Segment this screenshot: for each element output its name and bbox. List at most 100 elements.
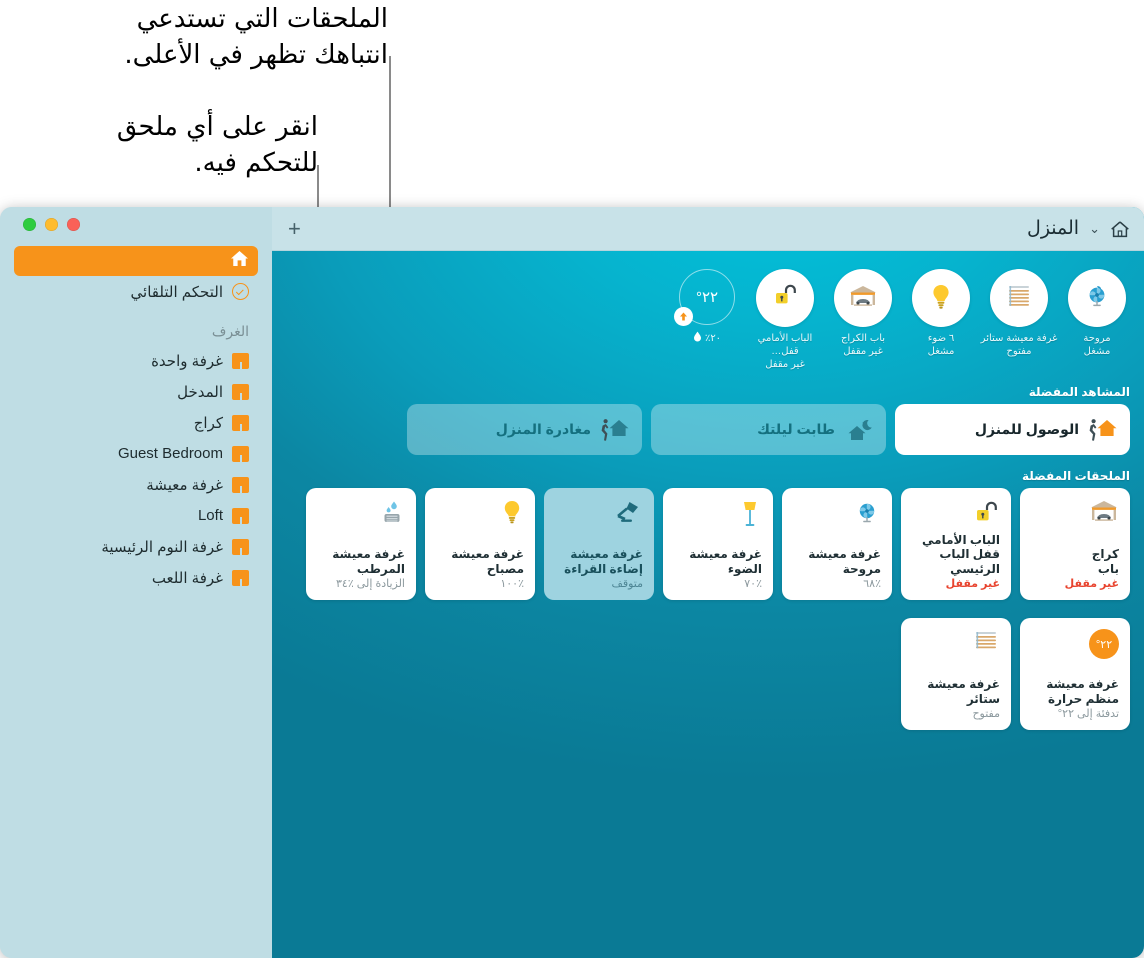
room-icon	[232, 383, 249, 400]
room-icon	[232, 414, 249, 431]
tile-text: غرفة معيشة المرطب الزيادة إلى ٪٣٤	[317, 547, 405, 591]
tile-status: متوقف	[611, 578, 643, 591]
status-label: باب الكراج غير مقفل	[840, 333, 886, 357]
sidebar-item-room-4[interactable]: غرفة معيشة	[14, 469, 258, 500]
scenes-grid: الوصول للمنزل طابت ليلتك مغادرة المنزل	[272, 404, 1144, 456]
status-item-garage[interactable]: باب الكراج غير مقفل	[824, 269, 902, 359]
sidebar-section-rooms: الغرف	[211, 322, 249, 339]
accessory-tile-front-door-lock[interactable]: الباب الأمامي قفل الباب الرئيسي غير مقفل	[901, 488, 1011, 601]
tile-line2: الضوء	[727, 561, 762, 576]
desk-lamp-icon	[611, 499, 643, 532]
tile-text: غرفة معيشة ستائر مفتوح	[912, 677, 1000, 721]
status-item-blinds[interactable]: غرفة معيشة ستائر مفتوح	[980, 269, 1058, 359]
scene-good-night[interactable]: طابت ليلتك	[651, 404, 886, 456]
tile-text: كراج باب غير مقفل	[1031, 547, 1119, 591]
status-row: مروحة مشغل غرفة معيشة ستائر مفتوح ٦ ضوء …	[272, 251, 1144, 371]
sidebar-item-label: كراج	[193, 414, 223, 432]
chevron-down-icon[interactable]: ⌄	[1089, 221, 1100, 237]
close-button[interactable]	[67, 217, 80, 231]
tile-line1: غرفة معيشة	[808, 547, 881, 562]
tile-text: غرفة معيشة الضوء ٪٧٠	[674, 547, 762, 591]
room-icon	[232, 476, 249, 493]
page-title: المنزل	[1027, 218, 1080, 239]
accessories-section-header: الملحقات المفضلة	[1021, 469, 1130, 484]
tile-text: الباب الأمامي قفل الباب الرئيسي غير مقفل	[912, 533, 1000, 591]
tile-text: غرفة معيشة مصباح ٪١٠٠	[436, 547, 524, 591]
room-icon	[232, 445, 249, 462]
tile-icon-slot	[1031, 499, 1119, 533]
callout-text-top: الملحقات التي تستدعي انتباهك تظهر في الأ…	[124, 4, 388, 70]
status-item-front-door-lock[interactable]: الباب الأمامي قفل… غير مقفل	[746, 269, 824, 371]
sidebar-item-label: التحكم التلقائي	[130, 283, 223, 301]
minimize-button[interactable]	[45, 217, 58, 231]
status-label: مروحة مشغل	[1083, 333, 1111, 357]
status-circle	[1068, 269, 1126, 327]
status-label: الباب الأمامي قفل… غير مقفل	[757, 333, 813, 370]
arrive-home-icon	[1088, 417, 1118, 443]
accessory-tile-living-room-fan[interactable]: غرفة معيشة مروحة ٪٦٨	[782, 488, 892, 601]
sidebar-item-label: غرفة اللعب	[151, 569, 223, 587]
tile-status: غير مقفل	[945, 578, 1000, 591]
sidebar-item-room-7[interactable]: غرفة اللعب	[14, 562, 258, 593]
scene-label: طابت ليلتك	[757, 421, 835, 438]
sidebar-item-room-3[interactable]: Guest Bedroom	[14, 438, 258, 469]
sidebar-item-room-6[interactable]: غرفة النوم الرئيسية	[14, 531, 258, 562]
room-icon	[232, 507, 249, 524]
accessory-tile-reading-light[interactable]: غرفة معيشة إضاءة القراءة متوقف	[544, 488, 654, 601]
room-icon	[232, 569, 249, 586]
house-outline-icon[interactable]	[1110, 220, 1130, 238]
tile-text: غرفة معيشة مروحة ٪٦٨	[793, 547, 881, 591]
sidebar-item-home[interactable]	[14, 246, 258, 276]
house-icon	[230, 250, 249, 272]
floor-lamp-icon	[738, 499, 762, 534]
sidebar-item-automation[interactable]: التحكم التلقائي	[14, 276, 258, 307]
unlocked-lock-icon	[771, 282, 799, 315]
add-button[interactable]: +	[288, 217, 301, 240]
tile-line2: المرطب	[356, 561, 405, 576]
sidebar-item-label: غرفة واحدة	[151, 352, 223, 370]
scene-label: مغادرة المنزل	[495, 421, 591, 438]
scene-leave-home[interactable]: مغادرة المنزل	[407, 404, 642, 456]
accessory-tile-thermostat[interactable]: ٢٢° غرفة معيشة منظم حرارة تدفئة إلى ٢٢°	[1020, 618, 1130, 731]
tile-line1: غرفة معيشة	[927, 677, 1000, 692]
clock-icon	[232, 283, 249, 300]
sidebar-item-room-0[interactable]: غرفة واحدة	[14, 345, 258, 376]
tile-icon-slot	[793, 499, 881, 533]
tile-status: ٪٦٨	[863, 578, 881, 591]
zoom-button[interactable]	[23, 217, 36, 231]
tile-line1: الباب الأمامي	[922, 532, 1000, 547]
blinds-icon	[1005, 283, 1033, 314]
tile-icon-slot	[674, 499, 762, 533]
sidebar: التحكم التلقائي الغرف غرفة واحدة المدخل …	[0, 207, 272, 958]
thermostat-temperature: ٢٢°	[695, 289, 719, 306]
tile-status: ٪٧٠	[744, 578, 762, 591]
scene-arrive-home[interactable]: الوصول للمنزل	[895, 404, 1130, 456]
accessory-tile-humidifier[interactable]: غرفة معيشة المرطب الزيادة إلى ٪٣٤	[306, 488, 416, 601]
titlebar-right-group: ⌄ المنزل	[1027, 217, 1130, 240]
sidebar-item-label: Guest Bedroom	[117, 445, 223, 462]
tile-icon-slot	[555, 499, 643, 533]
accessory-tile-blinds[interactable]: غرفة معيشة ستائر مفتوح	[901, 618, 1011, 731]
tile-line2: منظم حرارة	[1048, 691, 1119, 706]
tile-icon-slot	[317, 499, 405, 533]
tile-status: مفتوح	[972, 708, 1000, 721]
sidebar-item-label: غرفة معيشة	[146, 476, 223, 494]
tile-icon-slot	[436, 499, 524, 533]
sidebar-item-label: المدخل	[177, 383, 223, 401]
sidebar-item-room-5[interactable]: Loft	[14, 500, 258, 531]
status-circle	[990, 269, 1048, 327]
sidebar-item-room-1[interactable]: المدخل	[14, 376, 258, 407]
status-item-thermostat[interactable]: ٢٢° ٢٠٪	[668, 269, 746, 345]
status-item-fan[interactable]: مروحة مشغل	[1058, 269, 1136, 359]
accessory-tile-living-room-lamp[interactable]: غرفة معيشة مصباح ٪١٠٠	[425, 488, 535, 601]
tile-status: غير مقفل	[1064, 578, 1119, 591]
accessory-tile-garage[interactable]: كراج باب غير مقفل	[1020, 488, 1130, 601]
tile-line2: إضاءة القراءة	[564, 561, 643, 576]
status-item-lights[interactable]: ٦ ضوء مشغل	[902, 269, 980, 359]
thermostat-dial: ٢٢°	[674, 269, 735, 326]
tile-status: الزيادة إلى ٪٣٤	[336, 578, 405, 591]
main-content: ⌄ المنزل + مروحة مشغل غرفة معيشة ستائر م…	[272, 207, 1144, 958]
sidebar-item-room-2[interactable]: كراج	[14, 407, 258, 438]
humidifier-icon	[379, 499, 405, 532]
accessory-tile-living-room-light[interactable]: غرفة معيشة الضوء ٪٧٠	[663, 488, 773, 601]
